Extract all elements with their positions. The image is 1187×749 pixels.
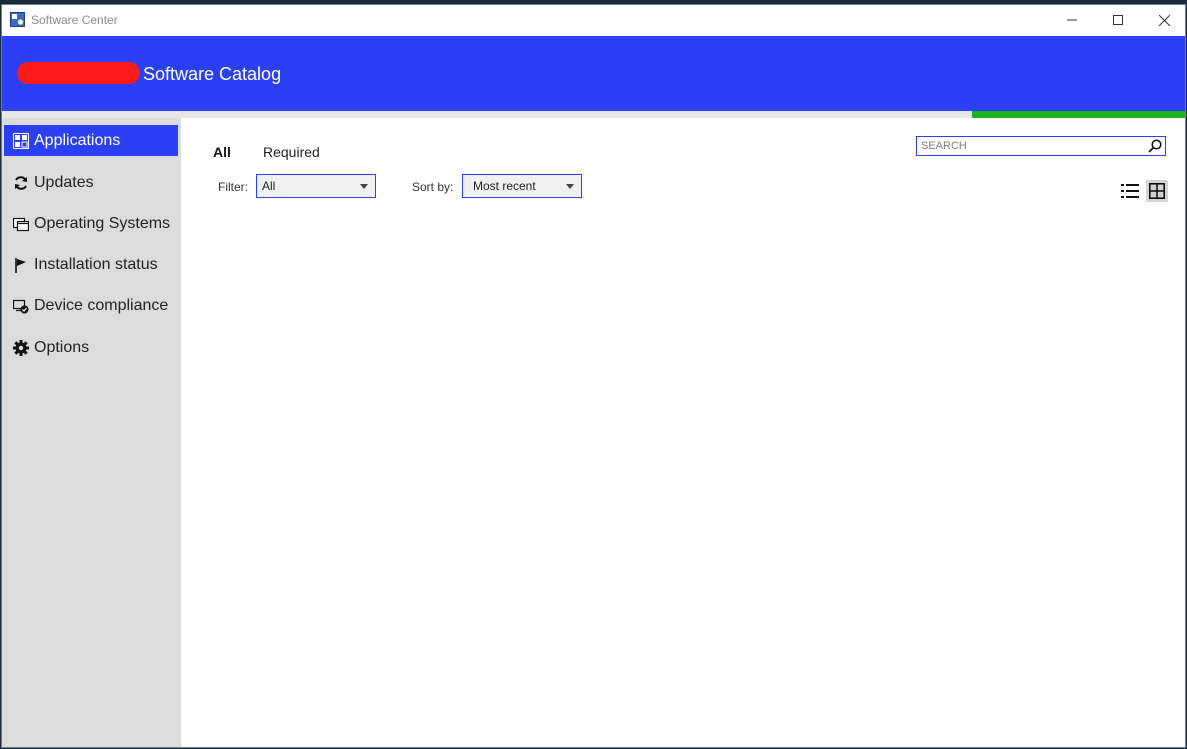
refresh-icon: [12, 174, 30, 192]
sidebar-item-label: Options: [34, 338, 90, 356]
sidebar-item-applications[interactable]: Applications: [4, 125, 178, 156]
sidebar-item-label: Operating Systems: [34, 214, 171, 232]
redacted-organization-name: [17, 62, 140, 84]
filter-dropdown[interactable]: All: [256, 174, 376, 198]
sidebar-item-label: Applications: [34, 131, 121, 149]
window-title: Software Center: [31, 13, 118, 27]
tile-view-button[interactable]: [1146, 180, 1168, 202]
filter-value: All: [262, 179, 276, 193]
search-input[interactable]: [917, 137, 1143, 155]
sidebar-item-installation-status[interactable]: Installation status: [4, 249, 178, 280]
header-banner: Software Catalog: [2, 36, 1185, 111]
software-center-app-icon: [10, 12, 25, 27]
loading-progress-bar: [2, 111, 1185, 118]
tab-all[interactable]: All: [213, 144, 231, 160]
list-view-button[interactable]: [1119, 180, 1141, 202]
tab-required[interactable]: Required: [263, 144, 320, 160]
chevron-down-icon: [360, 184, 368, 189]
gear-icon: [12, 339, 30, 357]
search-box: [916, 136, 1166, 156]
sidebar-item-device-compliance[interactable]: Device compliance: [4, 290, 178, 321]
list-view-icon: [1121, 184, 1139, 198]
sidebar-item-label: Installation status: [34, 255, 158, 273]
main-content: All Required Filter: All Sort by: Most r…: [181, 118, 1185, 747]
maximize-icon: [1113, 15, 1123, 25]
title-bar: Software Center: [2, 5, 1185, 36]
progress-fill: [972, 111, 1185, 118]
sidebar-item-options[interactable]: Options: [4, 332, 178, 363]
sidebar-item-operating-systems[interactable]: Operating Systems: [4, 208, 178, 239]
sort-dropdown[interactable]: Most recent: [462, 174, 582, 198]
sidebar-item-updates[interactable]: Updates: [4, 167, 178, 198]
close-button[interactable]: [1141, 5, 1185, 35]
chevron-down-icon: [566, 184, 574, 189]
minimize-button[interactable]: [1049, 5, 1095, 35]
catalog-title: Software Catalog: [143, 64, 282, 84]
sort-value: Most recent: [473, 179, 536, 193]
sidebar-item-label: Device compliance: [34, 296, 169, 314]
software-center-window: Software Center Software Catalog Applica…: [1, 4, 1186, 748]
minimize-icon: [1067, 19, 1077, 21]
windows-stack-icon: [12, 215, 30, 233]
device-check-icon: [12, 297, 30, 315]
tile-view-icon: [1149, 183, 1165, 199]
maximize-button[interactable]: [1095, 5, 1141, 35]
sidebar: Applications Updates Operating Systems I…: [2, 118, 181, 747]
close-icon: [1158, 14, 1170, 26]
sidebar-item-label: Updates: [34, 173, 94, 191]
search-icon[interactable]: [1147, 138, 1163, 154]
flag-icon: [12, 256, 30, 274]
filter-label: Filter:: [218, 180, 248, 194]
sort-label: Sort by:: [412, 180, 454, 194]
applications-icon: [12, 132, 30, 150]
